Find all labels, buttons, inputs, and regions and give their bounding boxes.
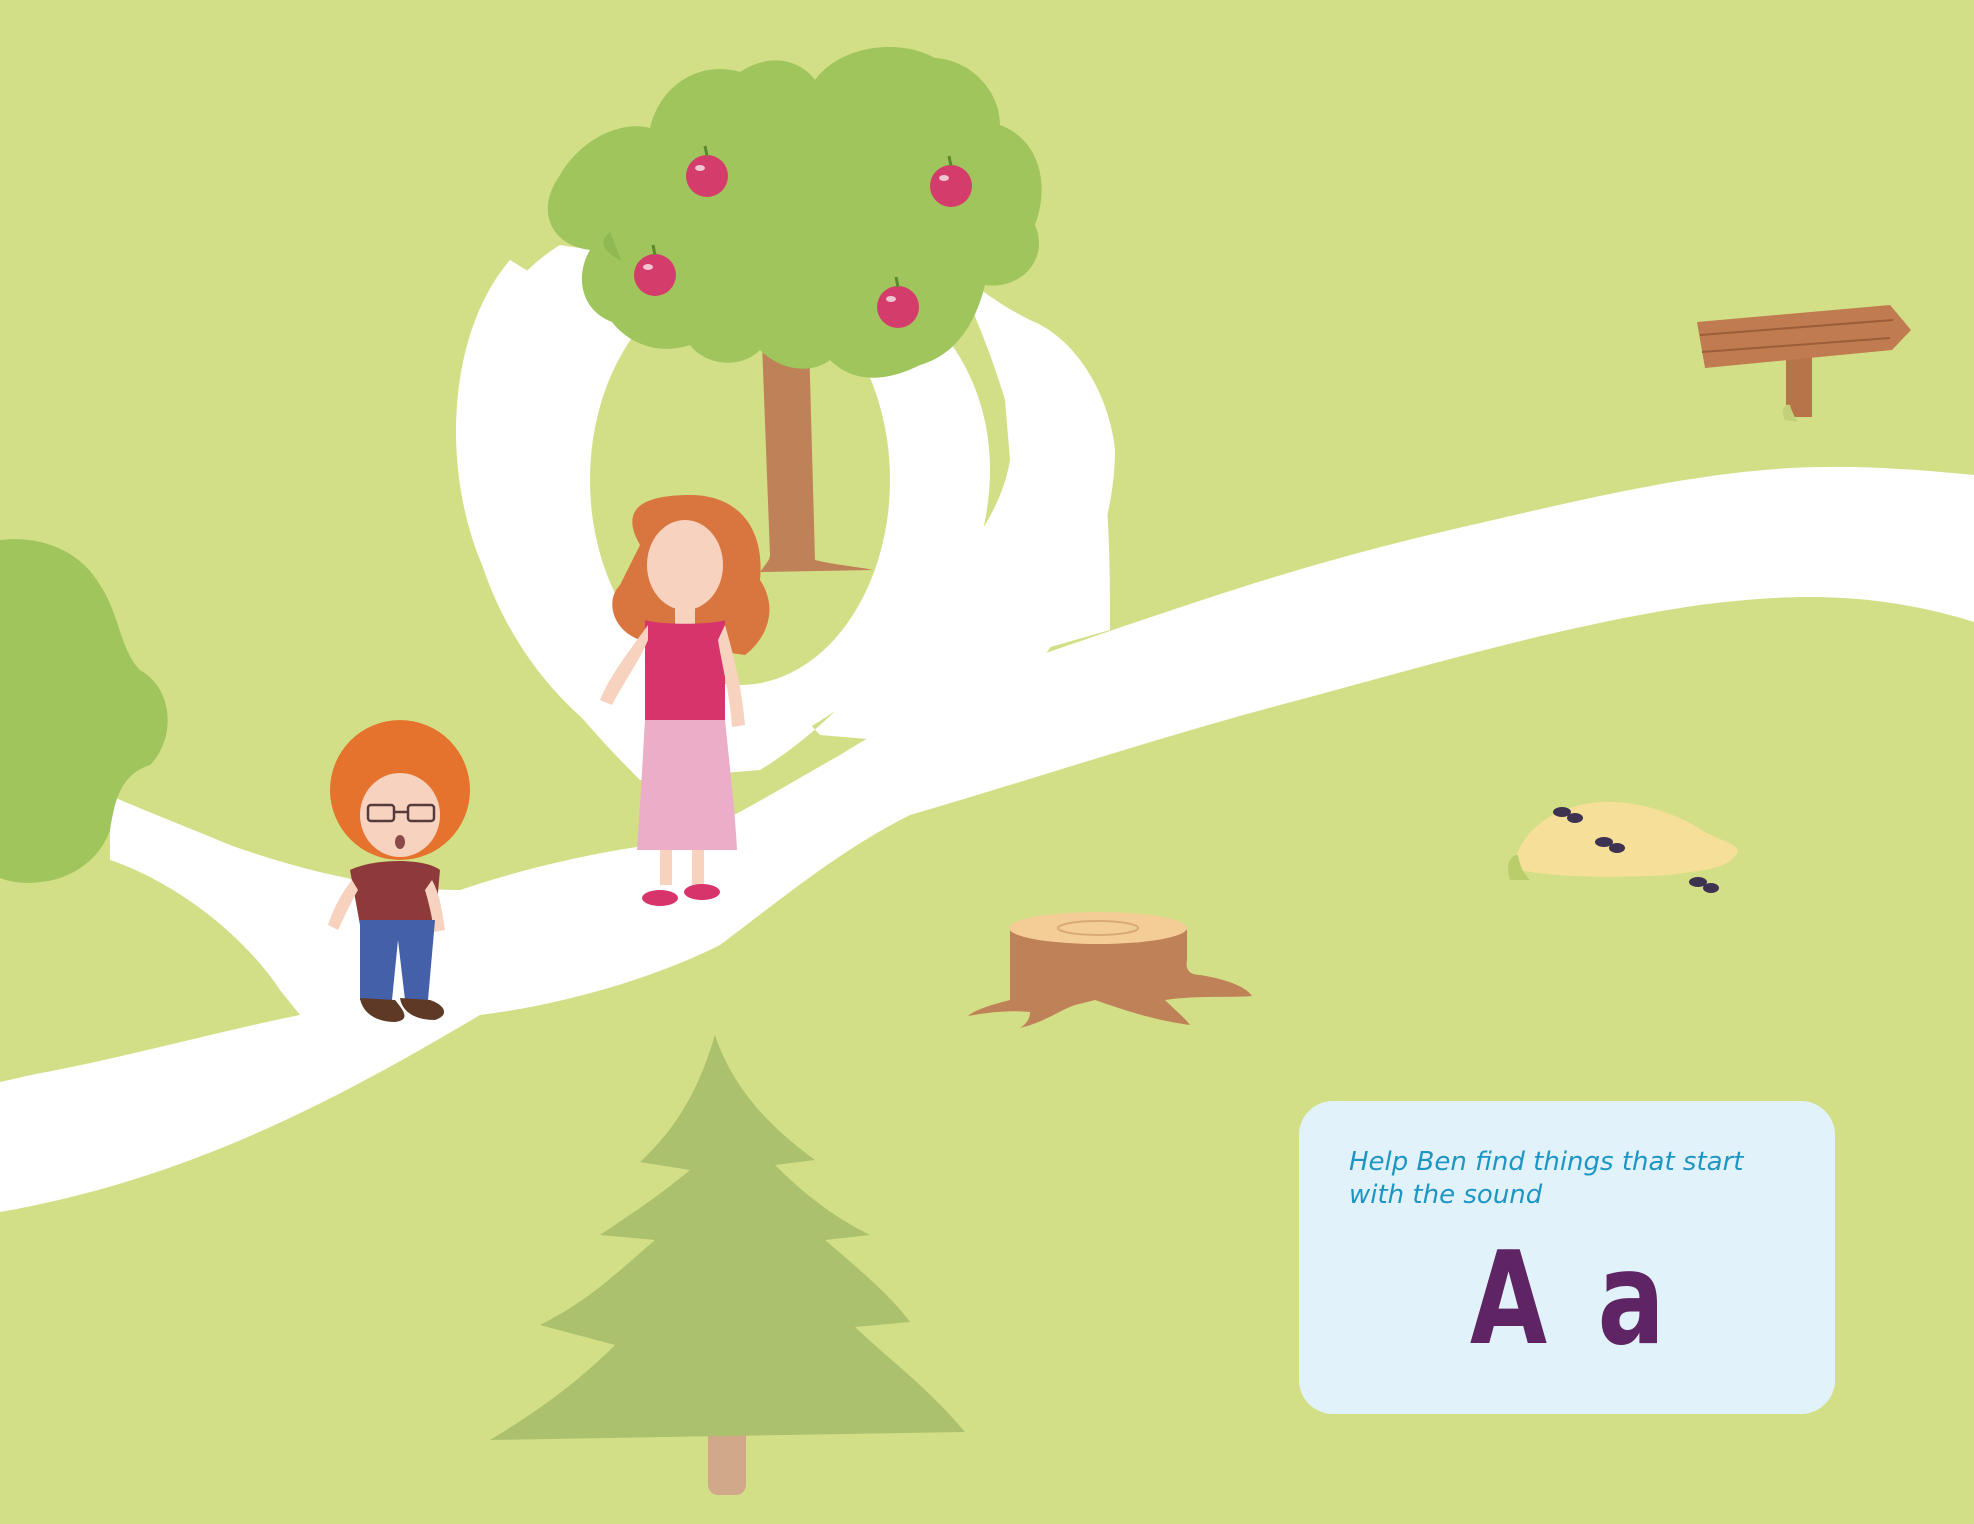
target-letters: Aa — [1299, 1236, 1835, 1364]
letter-upper: A — [1470, 1225, 1548, 1374]
letter-lower: a — [1597, 1225, 1666, 1374]
instruction-text: Help Ben find things that start with the… — [1349, 1147, 1744, 1210]
prompt-card: Help Ben find things that start with the… — [1299, 1101, 1835, 1414]
